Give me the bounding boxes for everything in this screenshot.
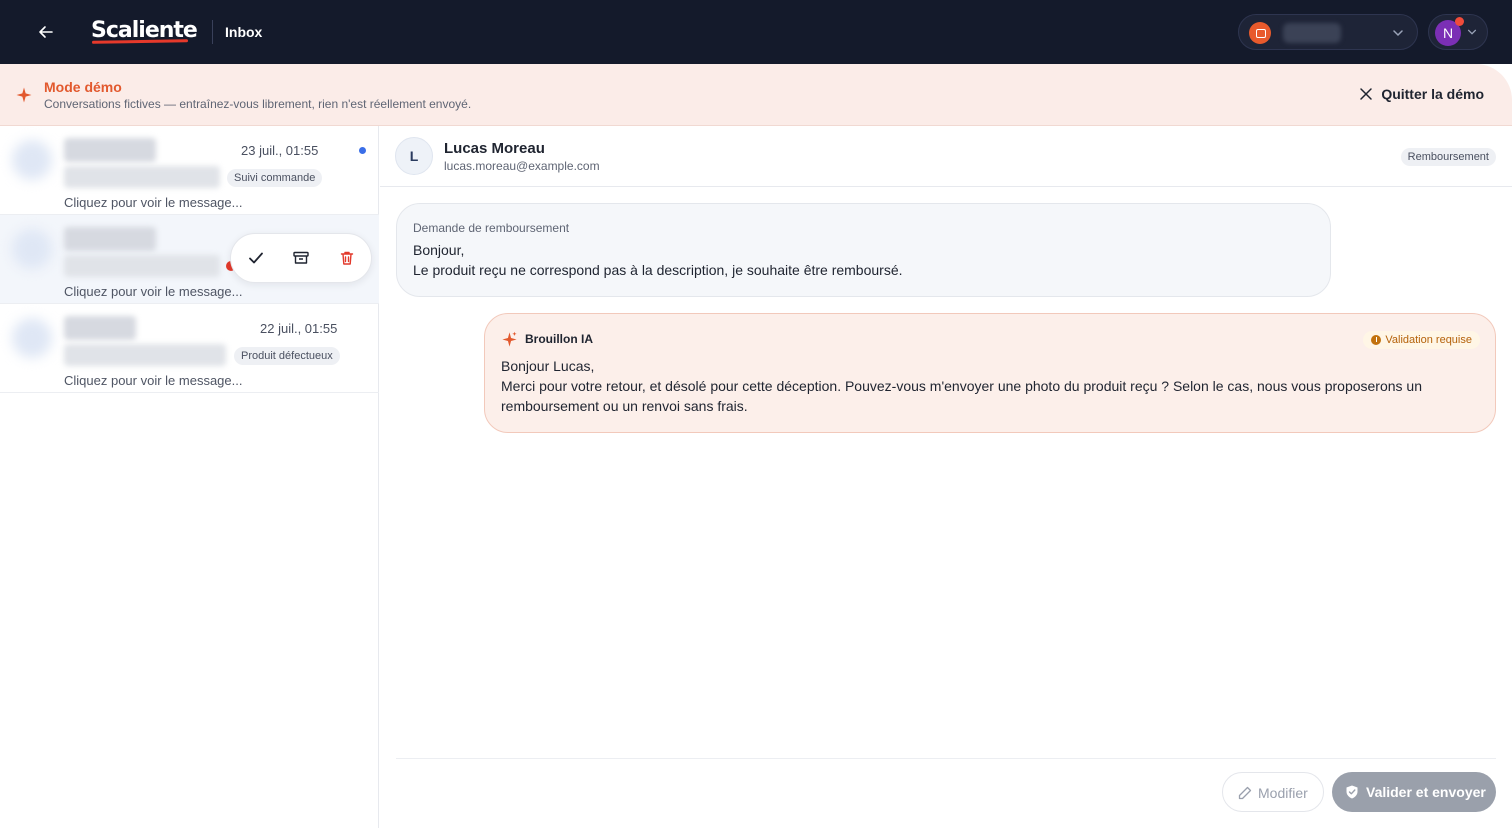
sparkle-icon [16, 87, 32, 103]
unread-indicator [359, 147, 366, 154]
delete-button[interactable] [337, 248, 357, 268]
send-label: Valider et envoyer [1366, 784, 1486, 800]
conversation-tag: Suivi commande [227, 169, 323, 187]
sparkle-icon [502, 331, 517, 347]
nav-divider [212, 20, 213, 44]
modify-button[interactable]: Modifier [1222, 772, 1324, 812]
conversation-actions [230, 233, 372, 283]
quit-demo-label: Quitter la démo [1381, 86, 1484, 102]
conversation-date: 23 juil., 01:55 [241, 143, 319, 158]
subject-redacted [64, 255, 220, 277]
sender-name-redacted [64, 227, 156, 251]
message-line: Le produit reçu ne correspond pas à la d… [413, 262, 903, 278]
top-bar: Scaliente Inbox N [0, 0, 1512, 64]
draft-line: Bonjour Lucas, [501, 358, 595, 374]
demo-title: Mode démo [44, 79, 122, 95]
sender-name-redacted [64, 138, 156, 162]
avatar [12, 318, 52, 358]
store-selector[interactable] [1238, 14, 1418, 50]
close-icon [1360, 88, 1373, 100]
avatar: L [395, 137, 433, 175]
notification-dot [1455, 17, 1464, 26]
store-name-redacted [1283, 23, 1341, 43]
draft-label: Brouillon IA [525, 332, 593, 346]
conversation-preview: Cliquez pour voir le message... [64, 284, 243, 299]
archive-icon [293, 251, 309, 264]
composer-divider [396, 758, 1496, 759]
page-title: Inbox [225, 24, 263, 40]
check-icon [249, 252, 263, 264]
ai-draft-message: Brouillon IA Validation requise Bonjour … [484, 313, 1496, 433]
conversation-preview: Cliquez pour voir le message... [64, 373, 243, 388]
chevron-down-icon [1467, 29, 1477, 35]
user-menu-button[interactable]: N [1428, 14, 1488, 50]
conversation-tag: Remboursement [1400, 148, 1496, 166]
subject-redacted [64, 344, 226, 366]
quit-demo-button[interactable]: Quitter la démo [1359, 86, 1484, 102]
conversation-tag: Produit défectueux [234, 347, 340, 365]
sender-name-redacted [64, 316, 136, 340]
back-button[interactable] [34, 20, 58, 44]
conversation-preview: Cliquez pour voir le message... [64, 195, 243, 210]
incoming-message: Demande de remboursement Bonjour, Le pro… [396, 203, 1331, 297]
modify-label: Modifier [1258, 785, 1308, 801]
conversation-item[interactable]: 22 juil., 01:55 Produit défectueux Cliqu… [0, 304, 379, 393]
message-subject: Demande de remboursement [413, 221, 570, 235]
demo-banner: Mode démo Conversations fictives — entra… [0, 64, 1512, 126]
mark-done-button[interactable] [246, 248, 266, 268]
conversation-list: 23 juil., 01:55 Suivi commande Cliquez p… [0, 126, 379, 828]
validate-send-button[interactable]: Valider et envoyer [1332, 772, 1496, 812]
avatar [12, 140, 52, 180]
conversation-item[interactable]: 23 juil., 01:55 Suivi commande Cliquez p… [0, 126, 379, 215]
contact-name: Lucas Moreau [444, 140, 545, 157]
archive-button[interactable] [291, 248, 311, 268]
avatar [12, 229, 52, 269]
store-icon [1249, 22, 1271, 44]
subject-redacted [64, 166, 220, 188]
demo-subtitle: Conversations fictives — entraînez-vous … [44, 97, 472, 111]
status-badge: Validation requise [1363, 331, 1480, 349]
chevron-down-icon [1393, 30, 1403, 37]
message-line: Bonjour, [413, 242, 465, 258]
shield-check-icon [1346, 785, 1358, 799]
conversation-date: 22 juil., 01:55 [260, 321, 338, 336]
trash-icon [340, 251, 354, 265]
conversation-detail: L Lucas Moreau lucas.moreau@example.com … [380, 126, 1512, 828]
draft-line: remboursement ou un renvoi sans frais. [501, 398, 748, 414]
conversation-header: L Lucas Moreau lucas.moreau@example.com … [380, 126, 1512, 187]
contact-email: lucas.moreau@example.com [444, 159, 600, 173]
arrow-left-icon [39, 26, 53, 38]
draft-line: Merci pour votre retour, et désolé pour … [501, 378, 1422, 394]
pencil-icon [1238, 786, 1252, 800]
